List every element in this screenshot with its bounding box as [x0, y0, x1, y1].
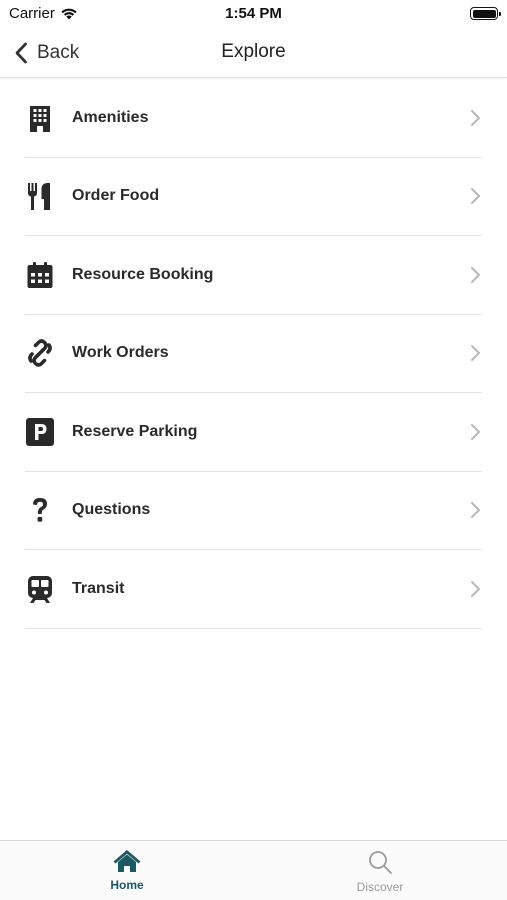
menu-item-work-orders[interactable]: Work Orders: [25, 315, 482, 393]
menu-item-label: Amenities: [72, 108, 149, 126]
tab-label: Discover: [356, 880, 404, 894]
tab-label: Home: [110, 878, 144, 892]
chevron-right-icon: [471, 266, 480, 283]
chevron-right-icon: [471, 109, 480, 126]
menu-item-label: Work Orders: [72, 344, 169, 362]
parking-icon: [25, 417, 55, 447]
menu-item-reserve-parking[interactable]: Reserve Parking: [25, 393, 482, 472]
menu-item-label: Questions: [72, 501, 151, 519]
question-icon: [25, 495, 55, 525]
chevron-right-icon: [471, 188, 480, 205]
menu-item-transit[interactable]: Transit: [25, 550, 482, 629]
menu-item-label: Resource Booking: [72, 265, 214, 283]
status-bar: Carrier 1:54 PM: [0, 0, 507, 28]
menu-item-label: Transit: [72, 579, 125, 597]
navigation-bar: Back Explore: [0, 28, 507, 78]
menu-item-order-food[interactable]: Order Food: [25, 158, 482, 236]
chevron-right-icon: [471, 423, 480, 440]
home-icon: [113, 850, 141, 872]
status-time: 1:54 PM: [225, 5, 282, 22]
link-icon: [25, 338, 55, 368]
chevron-right-icon: [471, 345, 480, 362]
chevron-right-icon: [471, 502, 480, 519]
search-icon: [369, 851, 392, 874]
menu-item-questions[interactable]: Questions: [25, 472, 482, 550]
page-title: Explore: [221, 41, 286, 62]
menu-item-resource-booking[interactable]: Resource Booking: [25, 236, 482, 315]
menu-item-amenities[interactable]: Amenities: [25, 79, 482, 158]
explore-menu-list: Amenities Order Food Resource Booking Wo…: [0, 79, 507, 629]
train-icon: [25, 574, 55, 604]
tab-home[interactable]: Home: [67, 849, 187, 892]
utensils-icon: [25, 181, 55, 211]
menu-item-label: Order Food: [72, 187, 160, 205]
menu-item-label: Reserve Parking: [72, 422, 198, 440]
battery-icon: [470, 7, 501, 20]
tab-discover[interactable]: Discover: [320, 849, 440, 894]
chevron-right-icon: [471, 580, 480, 597]
building-icon: [25, 103, 55, 133]
calendar-icon: [25, 260, 55, 290]
tab-bar: Home Discover: [0, 840, 507, 900]
